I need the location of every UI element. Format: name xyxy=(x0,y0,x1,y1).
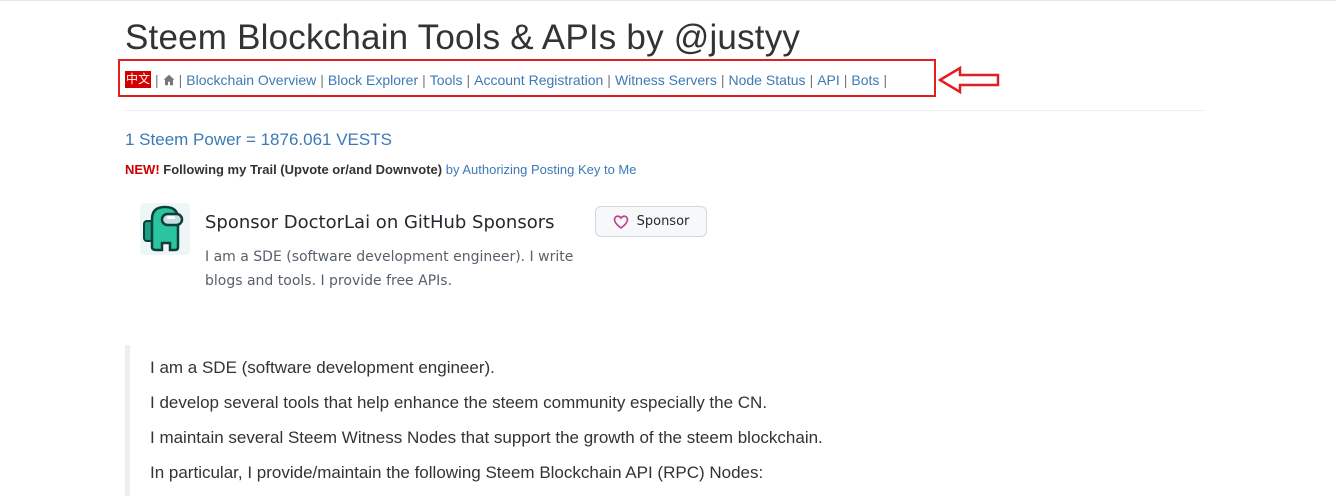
header-divider xyxy=(125,110,1205,111)
sponsor-button-label: Sponsor xyxy=(636,214,690,229)
steem-power-rate: 1 Steem Power = 1876.061 VESTS xyxy=(125,130,392,149)
new-badge: NEW! xyxy=(125,162,160,177)
sponsor-title: Sponsor DoctorLai on GitHub Sponsors xyxy=(205,212,555,233)
announcement: NEW! Following my Trail (Upvote or/and D… xyxy=(125,162,637,177)
top-border xyxy=(0,0,1336,1)
authorize-posting-key-link[interactable]: by Authorizing Posting Key to Me xyxy=(446,162,637,177)
sponsor-description: I am a SDE (software development enginee… xyxy=(205,249,574,289)
about-blockquote: I am a SDE (software development enginee… xyxy=(125,345,1205,496)
sponsor-button[interactable]: Sponsor xyxy=(595,206,707,237)
page: Steem Blockchain Tools & APIs by @justyy… xyxy=(0,0,1336,496)
avatar xyxy=(140,203,190,255)
about-line: I maintain several Steem Witness Nodes t… xyxy=(150,428,823,447)
heart-icon xyxy=(613,214,628,229)
about-line: In particular, I provide/maintain the fo… xyxy=(150,463,764,482)
github-sponsor-card: Sponsor DoctorLai on GitHub Sponsors I a… xyxy=(140,203,720,303)
left-arrow-icon xyxy=(938,66,1000,94)
about-line: I am a SDE (software development enginee… xyxy=(150,358,495,377)
page-title: Steem Blockchain Tools & APIs by @justyy xyxy=(125,18,801,57)
about-line: I develop several tools that help enhanc… xyxy=(150,393,768,412)
annotation-highlight-box xyxy=(118,59,936,97)
announcement-text: Following my Trail (Upvote or/and Downvo… xyxy=(163,162,443,177)
